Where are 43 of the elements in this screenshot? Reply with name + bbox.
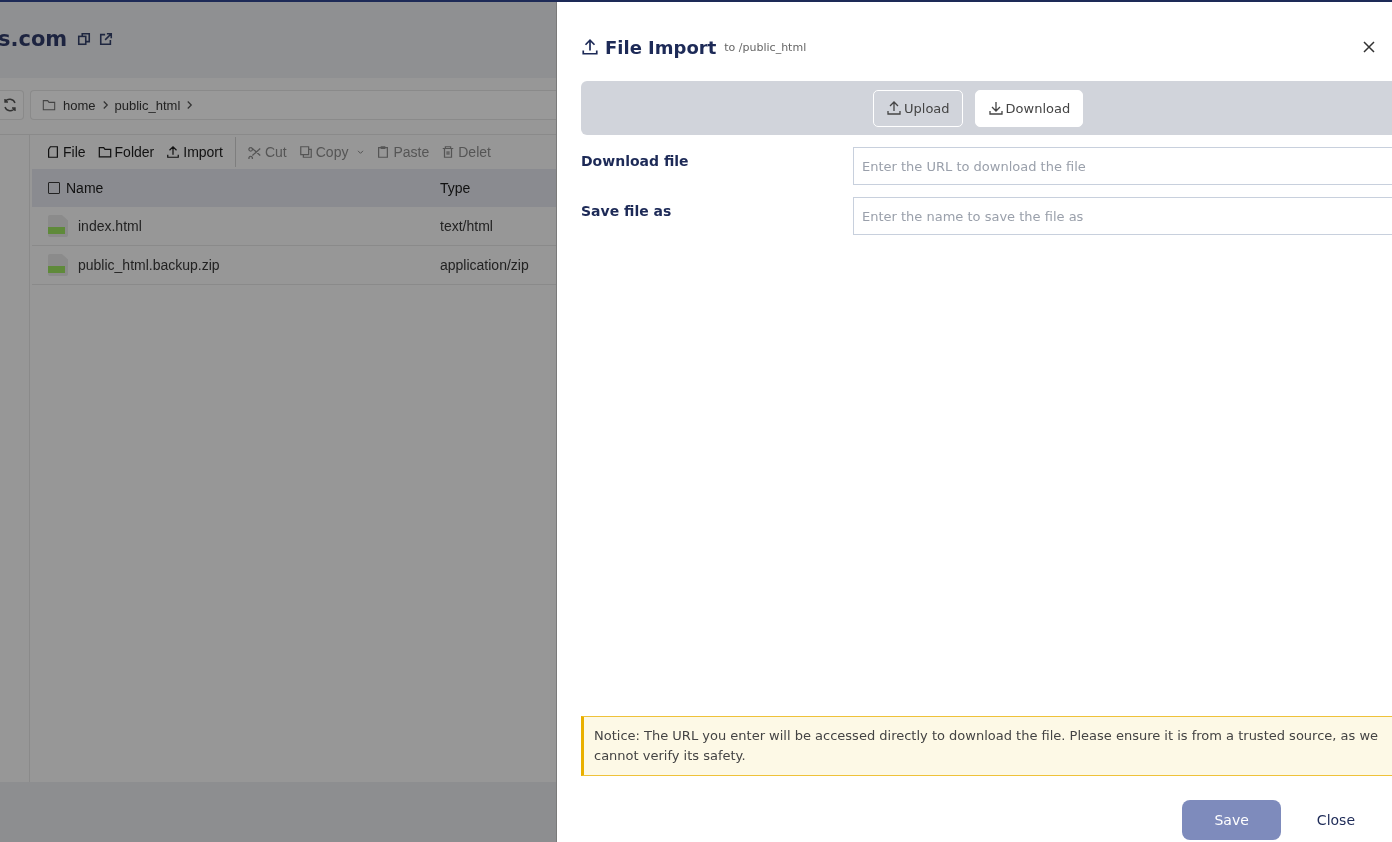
field-label: Save file as [581,202,673,219]
file-icon [46,145,60,159]
chevron-right-icon [186,100,194,110]
close-icon[interactable] [1363,41,1375,53]
external-link-icon[interactable] [99,32,114,46]
upload-icon [886,100,902,116]
upload-icon [166,145,181,159]
drawer-title: File Import [605,36,717,58]
drawer-subtitle: to /public_html [724,40,807,54]
input-field[interactable]: Enter the URL to download the file [853,147,1392,185]
close-button[interactable]: Close [1304,800,1391,840]
tab[interactable]: Upload [873,89,963,127]
input-field[interactable]: Enter the name to save the file as [853,197,1392,235]
download-icon [987,100,1004,116]
field-label: Download file [581,152,690,169]
upload-icon [581,38,599,56]
file-name[interactable]: index.html [78,218,142,234]
copy-icon[interactable] [77,32,92,46]
notice-message: Notice: The URL you enter will be accessed directly to download the file. Please ensure it is from a trusted source, as we cannot verify its safety. [581,716,1392,776]
clipboard-icon [376,145,391,159]
copy-icon [298,145,313,159]
file-icon [48,215,68,237]
file-type: text/html [440,218,493,234]
scissors-icon [247,145,262,159]
refresh-button[interactable] [0,90,24,120]
file-type: application/zip [440,257,529,273]
chevron-right-icon [101,100,109,110]
toolbar-button[interactable]: Folder [95,144,161,160]
file-name[interactable]: public_html.backup.zip [78,257,220,273]
select-all-checkbox[interactable] [48,182,60,194]
folder-icon [41,98,57,112]
tab[interactable]: Download [974,89,1084,127]
caret-icon [357,149,365,155]
breadcrumb-link[interactable]: home [63,97,96,113]
toolbar-button[interactable]: File [44,144,92,160]
column-header[interactable]: Type [440,180,471,196]
toolbar-button[interactable]: Import [164,144,229,160]
folder-icon [97,145,112,159]
breadcrumb-link[interactable]: public_html [114,97,181,113]
column-header[interactable]: Name [66,180,104,196]
file-icon [48,254,68,276]
refresh-icon [1,97,18,113]
trash-icon [441,145,456,159]
